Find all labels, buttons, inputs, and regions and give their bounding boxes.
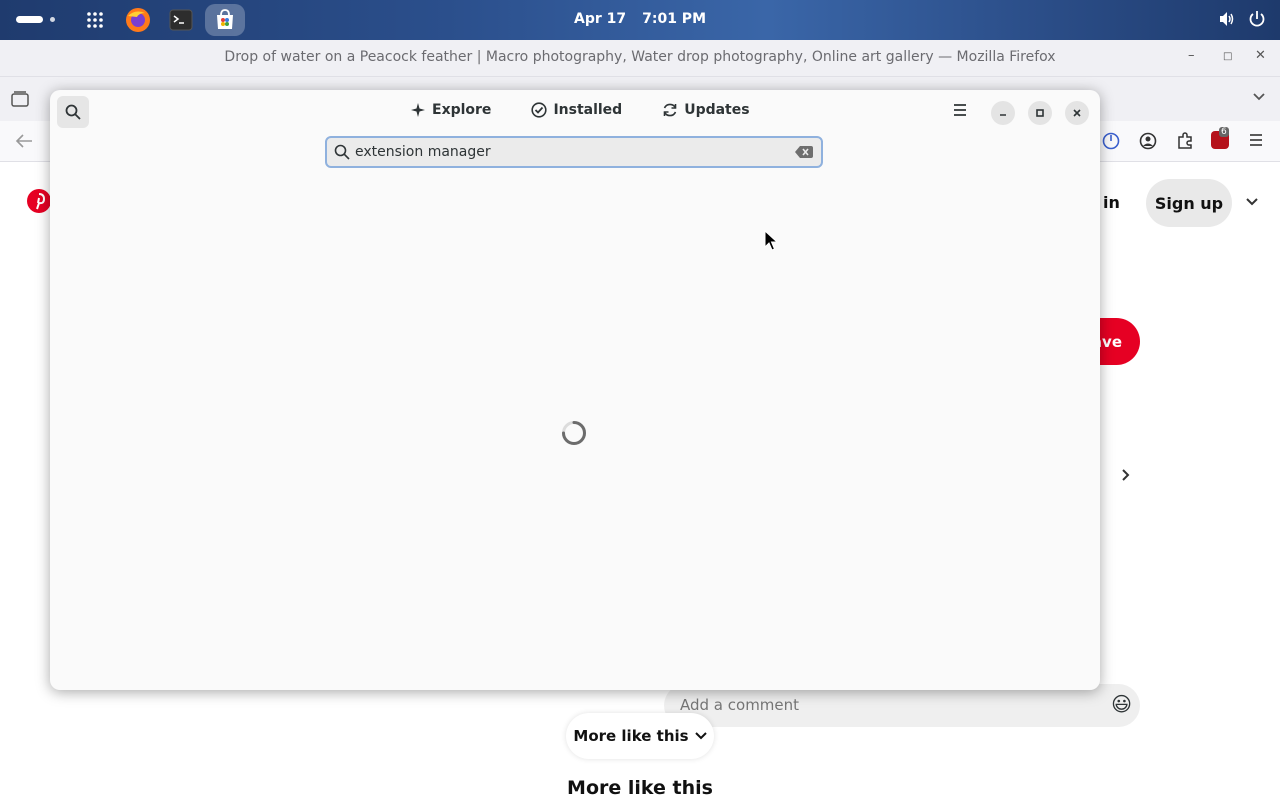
tab-explore-label: Explore: [432, 102, 492, 118]
software-window: Explore Installed Updates: [50, 90, 1100, 690]
search-entry-icon: [334, 144, 350, 160]
mouse-pointer-icon: [764, 230, 778, 251]
clear-search-icon[interactable]: [795, 146, 813, 158]
clock-time: 7:01 PM: [642, 11, 706, 27]
tab-updates-label: Updates: [684, 102, 750, 118]
more-like-this-heading: More like this: [567, 777, 713, 799]
tab-updates[interactable]: Updates: [662, 102, 750, 118]
firefox-window-title: Drop of water on a Peacock feather | Mac…: [224, 49, 1056, 65]
hamburger-menu-icon[interactable]: [1249, 133, 1263, 147]
search-entry[interactable]: [325, 136, 823, 168]
system-tray[interactable]: [1218, 10, 1266, 28]
minimize-button[interactable]: [991, 101, 1015, 125]
account-chevron-icon[interactable]: [1245, 197, 1259, 207]
hamburger-icon: [954, 104, 966, 116]
search-toggle-button[interactable]: [57, 96, 89, 128]
gnome-top-bar: Apr 17 7:01 PM: [0, 0, 1280, 40]
volume-icon[interactable]: [1218, 10, 1236, 28]
close-icon: [1073, 109, 1081, 117]
tab-list-chevron-icon[interactable]: [1252, 92, 1266, 102]
signup-button[interactable]: Sign up: [1146, 179, 1232, 227]
firefox-minimize-icon[interactable]: –: [1188, 48, 1195, 63]
account-icon[interactable]: [1139, 132, 1157, 150]
firefox-view-icon[interactable]: [11, 91, 29, 107]
search-icon: [65, 104, 81, 120]
main-menu-button[interactable]: [952, 102, 968, 122]
history-clock-icon[interactable]: [1102, 132, 1120, 150]
firefox-close-icon[interactable]: ✕: [1255, 48, 1266, 63]
maximize-icon: [1036, 109, 1044, 117]
loading-spinner-icon: [562, 421, 586, 445]
tab-installed[interactable]: Installed: [531, 102, 622, 118]
software-headerbar: Explore Installed Updates: [50, 90, 1100, 136]
power-icon[interactable]: [1248, 10, 1266, 28]
refresh-icon: [663, 103, 677, 117]
search-input[interactable]: [355, 142, 785, 162]
tab-installed-label: Installed: [553, 102, 623, 118]
check-circle-icon: [531, 102, 548, 118]
emoji-icon[interactable]: 😃: [1111, 692, 1132, 716]
firefox-maximize-icon[interactable]: □: [1223, 51, 1232, 62]
chevron-down-icon: [694, 732, 707, 740]
minimize-icon: [1000, 114, 1006, 116]
maximize-button[interactable]: [1028, 101, 1052, 125]
tab-explore[interactable]: Explore: [410, 102, 491, 118]
more-like-this-button[interactable]: More like this: [566, 713, 714, 759]
close-button[interactable]: [1065, 101, 1089, 125]
clock-date: Apr 17: [573, 11, 627, 27]
sparkle-icon: [411, 103, 425, 117]
back-arrow-icon[interactable]: [15, 134, 33, 148]
extension-badge: 6: [1219, 127, 1229, 137]
pinterest-logo-icon[interactable]: [27, 189, 51, 213]
view-switcher: Explore Installed Updates: [410, 102, 750, 118]
clock[interactable]: Apr 17 7:01 PM: [0, 11, 1280, 27]
firefox-titlebar: Drop of water on a Peacock feather | Mac…: [0, 40, 1280, 77]
extensions-puzzle-icon[interactable]: [1176, 132, 1194, 150]
comment-placeholder: Add a comment: [680, 696, 800, 714]
more-like-this-label: More like this: [573, 727, 689, 745]
comment-input[interactable]: Add a comment 😃: [664, 684, 1140, 727]
chevron-right-icon[interactable]: [1121, 468, 1131, 482]
